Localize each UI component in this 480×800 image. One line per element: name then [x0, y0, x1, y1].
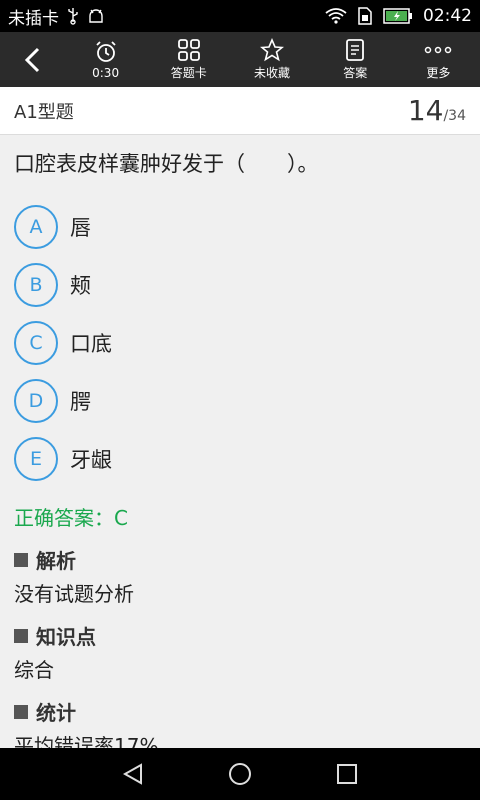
option-letter-badge: E	[14, 437, 58, 481]
android-debug-icon	[87, 8, 105, 24]
question-header: A1型题 14 / 34	[0, 87, 480, 135]
knowledge-title: 知识点	[36, 625, 96, 649]
question-content: 口腔表皮样囊肿好发于（ ）。 A 唇 B 颊 C 口底 D 腭 E 牙龈 正确答…	[0, 136, 480, 758]
star-icon	[260, 38, 284, 62]
section-bullet-icon	[14, 552, 28, 567]
answer-card-label: 答题卡	[170, 66, 207, 80]
grid-icon	[177, 39, 200, 61]
answer-label: 答案	[343, 66, 368, 80]
chevron-left-icon	[24, 47, 40, 72]
current-question-number: 14	[407, 94, 444, 127]
section-bullet-icon	[14, 628, 28, 643]
option-letter-badge: D	[14, 379, 58, 423]
answer-card-button[interactable]: 答题卡	[147, 32, 230, 87]
question-text: 口腔表皮样囊肿好发于（ ）。	[14, 152, 319, 176]
more-dots-icon	[425, 46, 452, 54]
square-recents-icon	[336, 764, 357, 784]
nav-recents-button[interactable]	[317, 748, 377, 800]
option-text: 腭	[70, 390, 91, 414]
question-counter: 14 / 34	[408, 94, 466, 127]
sim-icon	[357, 7, 373, 25]
option-c[interactable]: C 口底	[14, 314, 466, 372]
nav-back-button[interactable]	[103, 748, 163, 800]
battery-charging-icon	[383, 8, 413, 24]
favorite-button[interactable]: 未收藏	[230, 32, 313, 87]
top-toolbar: 0:30 答题卡 未收藏 答案 更多	[0, 32, 480, 87]
favorite-label: 未收藏	[254, 66, 291, 80]
option-letter-badge: A	[14, 205, 58, 249]
knowledge-heading: 知识点	[14, 621, 466, 650]
carrier-text: 未插卡	[8, 8, 59, 29]
back-button[interactable]	[0, 32, 64, 87]
option-letter-badge: C	[14, 321, 58, 365]
correct-answer: 正确答案：C	[14, 506, 128, 530]
option-text: 口底	[70, 332, 112, 356]
option-d[interactable]: D 腭	[14, 372, 466, 430]
wifi-icon	[325, 8, 347, 24]
statistics-heading: 统计	[14, 697, 466, 726]
analysis-title: 解析	[36, 549, 76, 573]
total-question-number: 34	[448, 108, 466, 124]
more-button[interactable]: 更多	[397, 32, 480, 87]
timer-button[interactable]: 0:30	[64, 32, 147, 87]
knowledge-body: 综合	[14, 658, 54, 682]
answer-button[interactable]: 答案	[314, 32, 397, 87]
alarm-clock-icon	[95, 40, 116, 62]
document-icon	[346, 39, 365, 61]
options-list: A 唇 B 颊 C 口底 D 腭 E 牙龈	[14, 198, 466, 488]
system-nav-bar	[0, 748, 480, 800]
triangle-back-icon	[123, 763, 143, 785]
option-b[interactable]: B 颊	[14, 256, 466, 314]
more-label: 更多	[426, 66, 451, 80]
clock-text: 02:42	[423, 6, 472, 26]
option-a[interactable]: A 唇	[14, 198, 466, 256]
usb-icon	[67, 7, 79, 25]
option-text: 颊	[70, 274, 91, 298]
question-type: A1型题	[14, 101, 74, 123]
timer-label: 0:30	[92, 65, 120, 80]
option-text: 牙龈	[70, 448, 112, 472]
option-letter-badge: B	[14, 263, 58, 307]
option-text: 唇	[70, 216, 91, 240]
circle-home-icon	[228, 763, 251, 785]
analysis-body: 没有试题分析	[14, 582, 134, 606]
status-bar: 未插卡 02:42	[0, 0, 480, 32]
analysis-heading: 解析	[14, 545, 466, 574]
option-e[interactable]: E 牙龈	[14, 430, 466, 488]
statistics-title: 统计	[36, 701, 76, 725]
section-bullet-icon	[14, 704, 28, 719]
nav-home-button[interactable]	[210, 748, 270, 800]
